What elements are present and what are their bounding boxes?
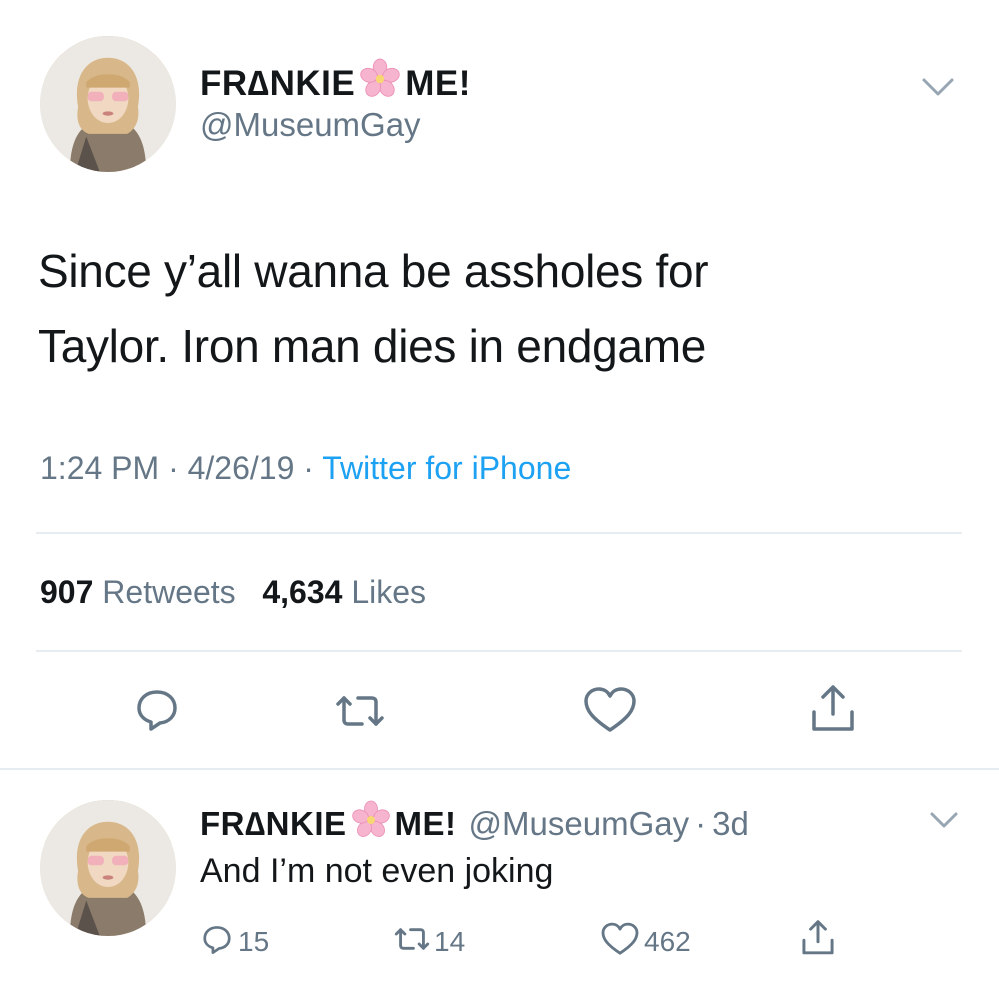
tweet-date[interactable]: 4/26/19 bbox=[188, 450, 295, 486]
share-icon[interactable] bbox=[806, 682, 860, 736]
tweet-meta: 1:24 PM · 4/26/19 · Twitter for iPhone bbox=[40, 450, 571, 487]
heart-icon bbox=[600, 922, 640, 961]
like-count: 462 bbox=[644, 925, 691, 957]
cherry-blossom-icon bbox=[357, 58, 403, 109]
user-handle[interactable]: @MuseumGay bbox=[200, 106, 421, 144]
display-name[interactable]: FR∆NKIE ME! bbox=[200, 800, 457, 848]
separator: · bbox=[168, 450, 179, 486]
cherry-blossom-icon bbox=[349, 800, 393, 848]
display-name-right: ME! bbox=[394, 805, 457, 842]
tweet-stats: 907 Retweets 4,634 Likes bbox=[40, 574, 426, 611]
retweet-action[interactable]: 14 bbox=[392, 924, 465, 959]
retweets-label: Retweets bbox=[102, 574, 236, 610]
user-handle[interactable]: @MuseumGay bbox=[469, 805, 690, 843]
retweet-icon bbox=[392, 924, 432, 959]
avatar[interactable] bbox=[40, 800, 176, 936]
divider bbox=[36, 532, 962, 534]
likes-count: 4,634 bbox=[262, 574, 343, 610]
display-name[interactable]: FR∆NKIE ME! bbox=[200, 58, 471, 109]
reply-text: And I’m not even joking bbox=[200, 852, 554, 890]
chevron-down-icon[interactable] bbox=[918, 72, 958, 100]
retweet-count: 14 bbox=[434, 925, 466, 957]
separator: · bbox=[695, 805, 707, 842]
retweets-count: 907 bbox=[40, 574, 94, 610]
likes-stat[interactable]: 4,634 Likes bbox=[262, 574, 426, 610]
heart-icon[interactable] bbox=[582, 686, 638, 734]
display-name-right: ME! bbox=[405, 63, 471, 103]
reply-bubble-icon[interactable] bbox=[132, 684, 182, 734]
tweet-text-line: Since y’all wanna be assholes for bbox=[38, 245, 709, 297]
tweet-text: Since y’all wanna be assholes for Taylor… bbox=[38, 234, 709, 384]
like-action[interactable]: 462 bbox=[600, 922, 691, 961]
avatar[interactable] bbox=[40, 36, 176, 172]
reply-count: 15 bbox=[238, 925, 270, 957]
display-name-left: FR∆NKIE bbox=[200, 805, 347, 842]
reply-action[interactable]: 15 bbox=[200, 922, 269, 961]
retweets-stat[interactable]: 907 Retweets bbox=[40, 574, 245, 610]
display-name-left: FR∆NKIE bbox=[200, 63, 356, 103]
tweet-age[interactable]: 3d bbox=[712, 805, 749, 843]
chevron-down-icon[interactable] bbox=[926, 808, 962, 832]
tweet-time[interactable]: 1:24 PM bbox=[40, 450, 159, 486]
divider bbox=[36, 650, 962, 652]
divider bbox=[0, 768, 999, 770]
tweet-text-line: Taylor. Iron man dies in endgame bbox=[38, 320, 707, 372]
reply-header: FR∆NKIE ME! @MuseumGay · 3d bbox=[200, 800, 749, 848]
retweet-icon[interactable] bbox=[332, 690, 388, 732]
tweet-source-link[interactable]: Twitter for iPhone bbox=[322, 450, 571, 486]
likes-label: Likes bbox=[351, 574, 427, 610]
share-icon[interactable] bbox=[798, 918, 838, 958]
reply-bubble-icon bbox=[200, 922, 234, 961]
separator: · bbox=[303, 450, 314, 486]
